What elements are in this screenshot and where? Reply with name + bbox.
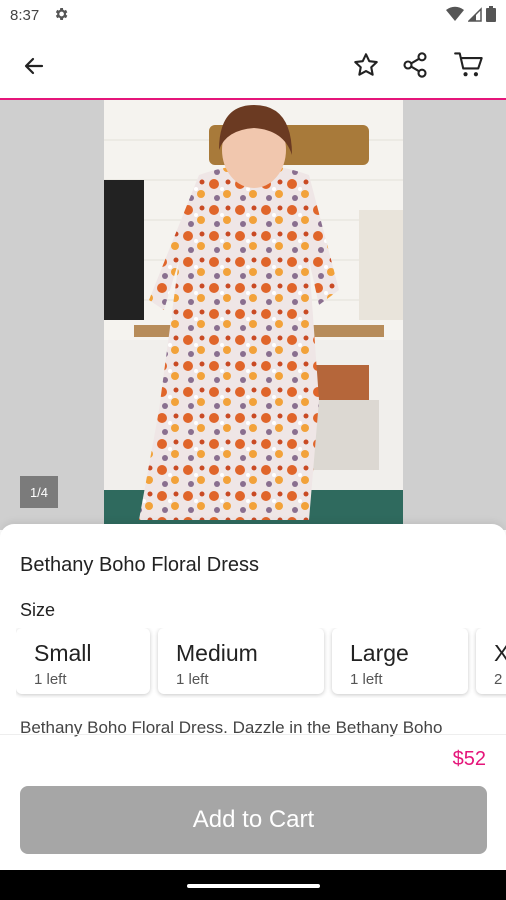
- product-image-gallery[interactable]: [0, 100, 506, 530]
- product-details-sheet: Bethany Boho Floral Dress Size Small 1 l…: [0, 524, 506, 870]
- cart-button[interactable]: [452, 48, 486, 82]
- image-counter: 1/4: [20, 476, 58, 508]
- add-to-cart-button[interactable]: Add to Cart: [20, 786, 487, 854]
- star-icon: [354, 53, 378, 76]
- size-option-small[interactable]: Small 1 left: [16, 628, 150, 694]
- wifi-icon: [446, 6, 464, 27]
- product-price: $52: [452, 748, 486, 770]
- size-stock: 1 left: [176, 671, 209, 688]
- size-options: Small 1 left Medium 1 left Large 1 left …: [16, 628, 506, 698]
- product-title: Bethany Boho Floral Dress: [20, 554, 260, 576]
- size-stock: 1 left: [350, 671, 383, 688]
- back-arrow-icon: [24, 57, 44, 75]
- size-stock: 2: [494, 671, 503, 688]
- product-photo[interactable]: [104, 100, 403, 530]
- share-icon: [403, 52, 427, 78]
- size-name: X: [494, 640, 506, 666]
- battery-icon: [486, 6, 496, 27]
- signal-icon: [467, 6, 482, 27]
- back-button[interactable]: [18, 50, 50, 82]
- cart-icon: [454, 52, 483, 77]
- top-app-bar: [0, 32, 506, 100]
- size-stock: 1 left: [34, 671, 67, 688]
- size-option-large[interactable]: Large 1 left: [332, 628, 468, 694]
- size-option-xl[interactable]: X 2: [476, 628, 506, 694]
- favorite-button[interactable]: [349, 48, 383, 82]
- product-description: Bethany Boho Floral Dress. Dazzle in the…: [20, 718, 443, 737]
- system-nav-bar: [0, 870, 506, 900]
- home-gesture-handle[interactable]: [187, 884, 320, 888]
- share-button[interactable]: [398, 48, 432, 82]
- size-name: Large: [350, 640, 409, 666]
- size-option-medium[interactable]: Medium 1 left: [158, 628, 324, 694]
- size-label: Size: [20, 600, 56, 620]
- status-bar: 8:37: [0, 0, 506, 32]
- size-name: Small: [34, 640, 92, 666]
- size-name: Medium: [176, 640, 258, 666]
- gear-icon: [53, 6, 69, 27]
- status-time: 8:37: [10, 7, 40, 24]
- divider: [0, 734, 506, 735]
